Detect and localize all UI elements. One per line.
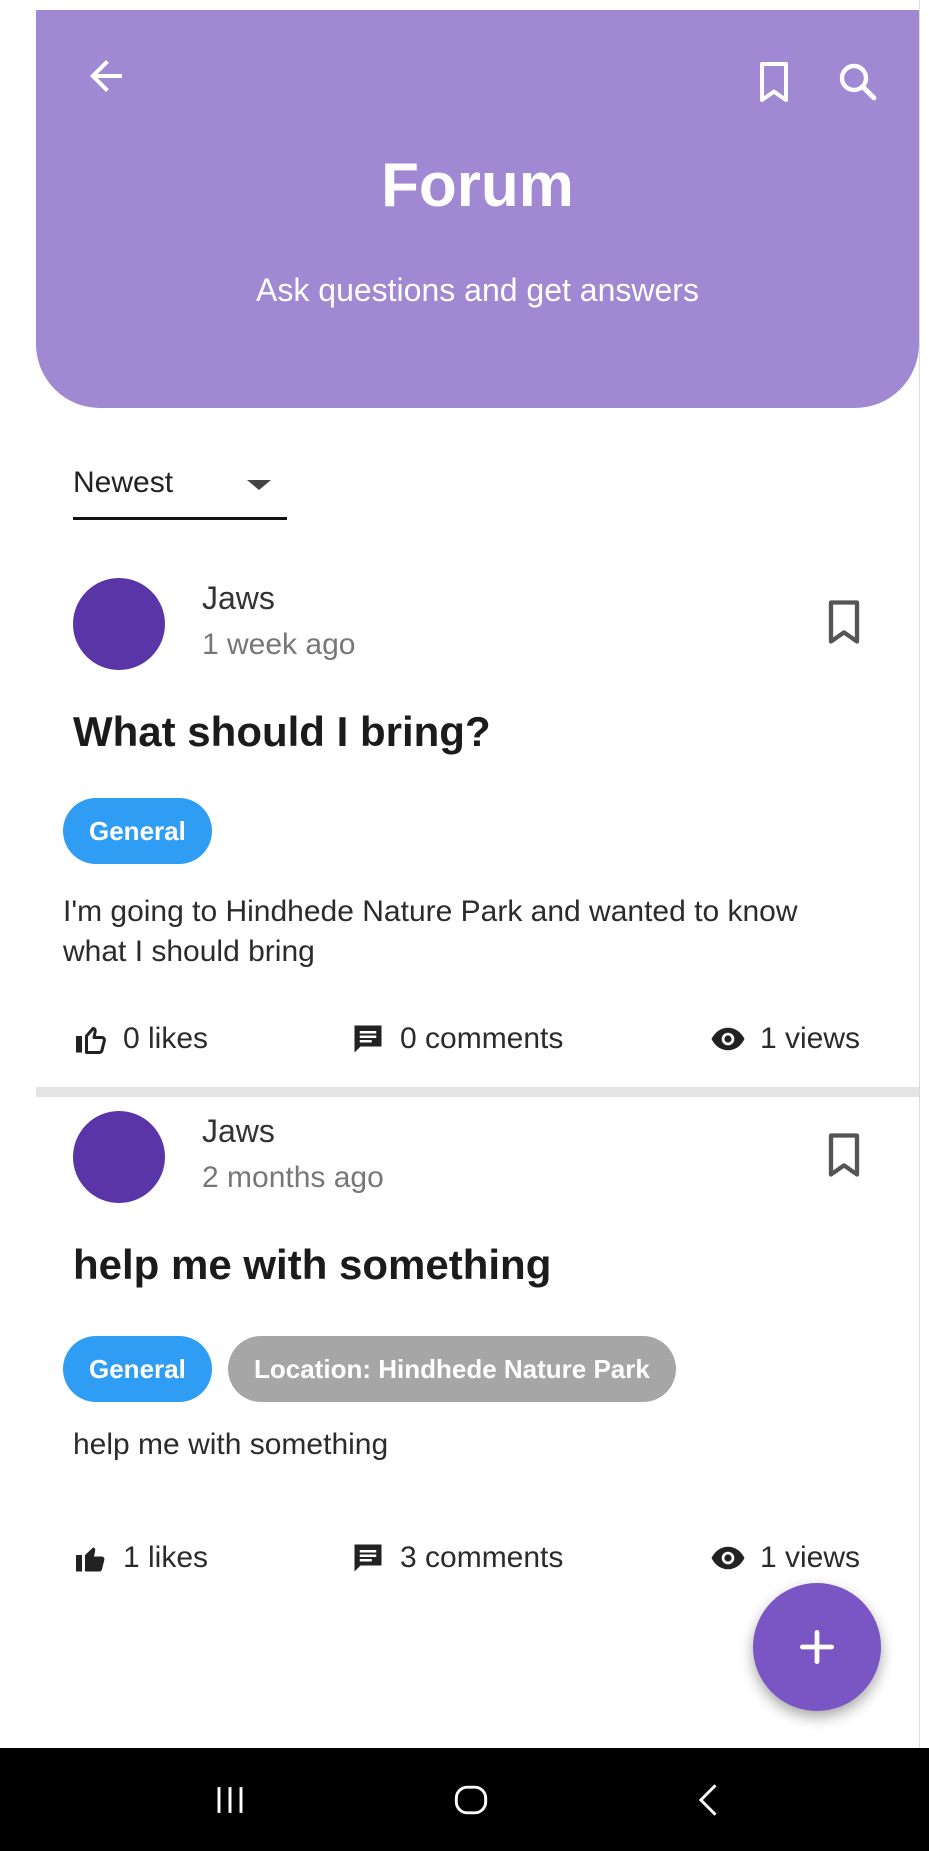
search-icon — [839, 63, 877, 101]
post-author[interactable]: Jaws — [202, 580, 275, 617]
comments-button[interactable]: 3 comments — [350, 1540, 563, 1576]
post-title[interactable]: help me with something — [73, 1241, 551, 1289]
new-post-button[interactable] — [753, 1583, 881, 1711]
eye-icon — [711, 1546, 745, 1570]
eye-icon — [711, 1027, 745, 1051]
back-button[interactable] — [74, 44, 138, 108]
page-subtitle: Ask questions and get answers — [256, 272, 699, 308]
post-author[interactable]: Jaws — [202, 1113, 275, 1150]
post-title[interactable]: What should I bring? — [73, 708, 491, 756]
bookmark-post-button[interactable] — [812, 590, 876, 654]
saved-posts-button[interactable] — [742, 50, 806, 114]
back-arrow-icon — [90, 60, 122, 92]
search-button[interactable] — [826, 50, 890, 114]
post-body: help me with something — [73, 1428, 389, 1461]
sort-dropdown[interactable]: Newest — [73, 460, 287, 520]
recents-button[interactable] — [200, 1772, 260, 1828]
comment-count: 0 comments — [400, 1022, 564, 1055]
comment-icon — [354, 1544, 382, 1572]
comments-button[interactable]: 0 comments — [350, 1021, 563, 1057]
plus-icon — [799, 1629, 835, 1665]
post-divider — [36, 1087, 919, 1097]
sort-selected-value: Newest — [73, 466, 174, 499]
forum-header: Forum Ask questions and get answers — [36, 10, 919, 408]
back-icon — [698, 1784, 717, 1816]
post-time: 1 week ago — [202, 628, 356, 661]
like-button[interactable]: 1 likes — [73, 1540, 208, 1576]
views-stat: 1 views — [710, 1021, 860, 1057]
tag-chip[interactable]: General — [63, 1336, 212, 1402]
system-navigation-bar — [0, 1748, 929, 1851]
post-body: I'm going to Hindhede Nature Park and wa… — [63, 895, 798, 968]
thumb-up-outline-icon — [76, 1027, 106, 1054]
avatar[interactable] — [73, 1111, 165, 1203]
view-count: 1 views — [760, 1541, 861, 1574]
bookmark-icon — [828, 1133, 860, 1177]
window-edge — [919, 0, 929, 1748]
tag-chip[interactable]: General — [63, 798, 212, 864]
post-card[interactable]: Jaws 1 week ago What should I bring? Gen… — [0, 560, 919, 1090]
bookmark-post-button[interactable] — [812, 1123, 876, 1187]
avatar[interactable] — [73, 578, 165, 670]
bookmark-icon — [828, 600, 860, 644]
app-screen: Forum Ask questions and get answers Newe… — [0, 0, 929, 1851]
page-title: Forum — [381, 151, 574, 220]
post-card[interactable]: Jaws 2 months ago help me with something… — [0, 1103, 919, 1623]
like-count: 0 likes — [123, 1022, 209, 1055]
like-count: 1 likes — [123, 1541, 209, 1574]
location-tag-chip[interactable]: Location: Hindhede Nature Park — [228, 1336, 676, 1402]
post-time: 2 months ago — [202, 1161, 384, 1194]
dropdown-arrow-icon — [247, 480, 271, 490]
comment-icon — [354, 1025, 382, 1053]
view-count: 1 views — [760, 1022, 861, 1055]
views-stat: 1 views — [710, 1540, 860, 1576]
like-button[interactable]: 0 likes — [73, 1021, 208, 1057]
recents-icon — [217, 1787, 243, 1813]
comment-count: 3 comments — [400, 1541, 564, 1574]
bookmark-icon — [760, 62, 788, 102]
system-back-button[interactable] — [680, 1772, 740, 1828]
home-icon — [454, 1785, 488, 1815]
home-button[interactable] — [441, 1772, 501, 1828]
thumb-up-filled-icon — [76, 1547, 105, 1572]
